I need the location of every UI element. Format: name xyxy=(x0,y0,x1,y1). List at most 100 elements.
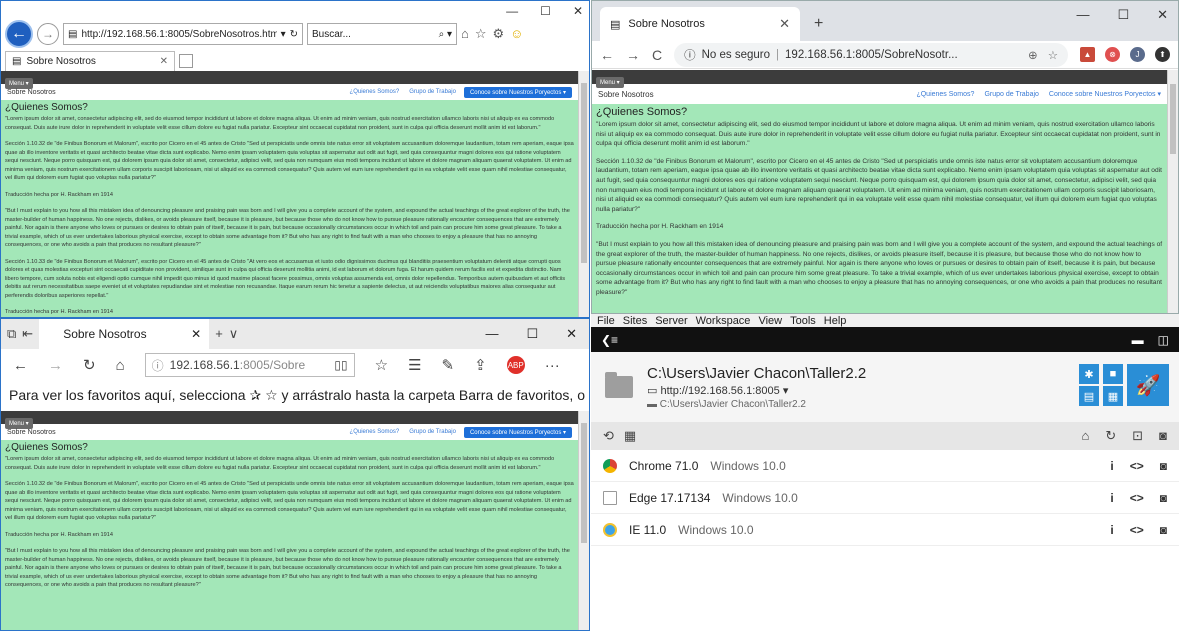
code-icon[interactable]: <> xyxy=(1130,459,1144,473)
site-brand[interactable]: Sobre Nosotros xyxy=(7,89,340,96)
chrome-scrollbar[interactable] xyxy=(1167,70,1178,313)
close-icon[interactable]: ✕ xyxy=(566,326,577,342)
site-brand[interactable]: Sobre Nosotros xyxy=(598,90,906,99)
minimize-icon[interactable]: — xyxy=(506,4,518,18)
grid-icon[interactable]: ▦ xyxy=(624,428,636,444)
client-row-ie[interactable]: IE 11.0 Windows 10.0 i <> ◙ xyxy=(591,514,1179,546)
zoom-icon[interactable]: ⊕ xyxy=(1028,48,1038,62)
camera-icon[interactable]: ◙ xyxy=(1159,428,1167,444)
menu-server[interactable]: Server xyxy=(655,315,687,327)
menu-sites[interactable]: Sites xyxy=(623,315,647,327)
new-tab-button[interactable] xyxy=(179,54,193,68)
back-icon[interactable]: ❮≡ xyxy=(601,333,618,347)
info-icon[interactable]: i xyxy=(1110,459,1113,473)
maximize-icon[interactable]: ☐ xyxy=(540,4,551,18)
search-icon[interactable]: ⌕ ▾ xyxy=(439,29,452,40)
menu-view[interactable]: View xyxy=(758,315,782,327)
close-icon[interactable]: ✕ xyxy=(573,4,583,18)
camera-icon[interactable]: ◙ xyxy=(1160,459,1167,473)
maximize-icon[interactable]: ☐ xyxy=(1117,7,1129,23)
refresh-icon[interactable]: ↻ xyxy=(290,29,298,40)
ie-tab-sobre-nosotros[interactable]: ▤ Sobre Nosotros ✕ xyxy=(5,51,175,71)
dropdown-icon[interactable]: ▾ xyxy=(281,29,286,40)
camera-icon[interactable]: ◙ xyxy=(1160,523,1167,537)
info-icon[interactable]: ⓘ xyxy=(152,357,164,374)
scrollbar-thumb[interactable] xyxy=(581,83,587,263)
new-tab-button[interactable]: + xyxy=(814,15,823,33)
refresh-icon[interactable]: ↻ xyxy=(1105,428,1116,444)
edge-address-bar[interactable]: ⓘ 192.168.56.1:8005/Sobre ▯▯ xyxy=(144,353,355,377)
edge-scrollbar[interactable] xyxy=(578,411,589,630)
forward-icon[interactable]: → xyxy=(626,47,640,63)
set-aside-tabs-icon[interactable]: ⇤ xyxy=(22,326,33,342)
nav-link-quienes[interactable]: ¿Quienes Somos? xyxy=(350,429,400,435)
nav-link-quienes[interactable]: ¿Quienes Somos? xyxy=(350,89,400,95)
update-icon[interactable]: ⬆ xyxy=(1155,47,1170,62)
project-path[interactable]: C:\Users\Javier Chacon\Taller2.2 xyxy=(647,365,866,382)
close-icon[interactable]: ✕ xyxy=(1157,7,1168,23)
code-icon[interactable]: <> xyxy=(1130,491,1144,505)
forward-button[interactable]: → xyxy=(37,23,59,45)
maximize-icon[interactable]: ☐ xyxy=(526,326,538,342)
tab-preview-icon[interactable]: ⧉ xyxy=(7,326,16,342)
scrollbar-thumb[interactable] xyxy=(581,423,587,543)
site-menu-button[interactable]: Menu ▾ xyxy=(5,78,33,89)
sidebar-toggle-icon[interactable]: ◫ xyxy=(1158,333,1169,347)
gear-button[interactable]: ✱ xyxy=(1079,364,1099,384)
info-icon[interactable]: i xyxy=(1110,523,1113,537)
adblock-icon[interactable]: ABP xyxy=(506,356,525,374)
nav-link-grupo[interactable]: Grupo de Trabajo xyxy=(409,89,456,95)
close-tab-icon[interactable]: ✕ xyxy=(191,327,201,341)
save-button[interactable]: ▤ xyxy=(1079,386,1099,406)
info-icon[interactable]: i xyxy=(1110,491,1113,505)
ie-address-bar[interactable]: ▤ http://192.168.56.1:8005/SobreNosotros… xyxy=(63,23,303,45)
back-button[interactable]: ← xyxy=(5,20,33,48)
info-icon[interactable]: ⓘ xyxy=(684,47,696,63)
home-icon[interactable]: ⌂ xyxy=(116,357,125,374)
nav-projects-dropdown[interactable]: Conoce sobre Nuestros Poryectos ▾ xyxy=(1049,90,1161,98)
menu-file[interactable]: File xyxy=(597,315,615,327)
site-brand[interactable]: Sobre Nosotros xyxy=(7,429,340,436)
ie-search-box[interactable]: Buscar... ⌕ ▾ xyxy=(307,23,457,45)
more-icon[interactable]: ··· xyxy=(545,357,560,374)
chevron-down-icon[interactable]: ▾ xyxy=(783,385,789,397)
code-icon[interactable]: <> xyxy=(1130,523,1144,537)
block-extension-icon[interactable]: ⊗ xyxy=(1105,47,1120,62)
gear-icon[interactable]: ⚙ xyxy=(493,26,505,42)
client-row-chrome[interactable]: Chrome 71.0 Windows 10.0 i <> ◙ xyxy=(591,450,1179,482)
site-menu-button[interactable]: Menu ▾ xyxy=(5,418,33,429)
favorites-star-icon[interactable]: ☆ xyxy=(375,356,388,374)
scrollbar-thumb[interactable] xyxy=(1170,84,1176,154)
smiley-icon[interactable]: ☺ xyxy=(510,26,523,42)
share-icon[interactable]: ⇪ xyxy=(474,356,487,374)
minimize-icon[interactable]: — xyxy=(1076,7,1089,23)
edge-tab-sobre-nosotros[interactable]: Sobre Nosotros ✕ xyxy=(39,319,210,349)
rocket-launch-button[interactable]: 🚀 xyxy=(1127,364,1169,406)
minimize-icon[interactable]: — xyxy=(485,326,498,342)
back-icon[interactable]: ← xyxy=(13,357,28,374)
forward-icon[interactable]: → xyxy=(48,357,63,374)
target-icon[interactable]: ⊡ xyxy=(1132,428,1143,444)
client-row-edge[interactable]: Edge 17.17134 Windows 10.0 i <> ◙ xyxy=(591,482,1179,514)
pdf-extension-icon[interactable]: ▲ xyxy=(1080,47,1095,62)
ie-scrollbar[interactable] xyxy=(578,71,589,317)
favorites-hub-icon[interactable]: ☰ xyxy=(408,356,421,374)
site-menu-button[interactable]: Menu ▾ xyxy=(596,77,624,88)
home-icon[interactable]: ⌂ xyxy=(1081,428,1089,444)
chevron-down-icon[interactable]: ∨ xyxy=(229,326,239,342)
sync-icon[interactable]: ⟲ xyxy=(603,428,614,444)
chrome-tab-sobre-nosotros[interactable]: ▤ Sobre Nosotros ✕ xyxy=(600,7,800,41)
menu-help[interactable]: Help xyxy=(824,315,847,327)
nav-link-grupo[interactable]: Grupo de Trabajo xyxy=(984,91,1038,98)
menu-workspace[interactable]: Workspace xyxy=(696,315,751,327)
nav-link-grupo[interactable]: Grupo de Trabajo xyxy=(409,429,456,435)
nav-projects-dropdown[interactable]: Conoce sobre Nuestros Poryectos ▾ xyxy=(463,426,572,438)
back-icon[interactable]: ← xyxy=(600,47,614,63)
close-tab-icon[interactable]: ✕ xyxy=(160,56,168,67)
bookmark-star-icon[interactable]: ☆ xyxy=(1048,48,1058,62)
stop-button[interactable]: ■ xyxy=(1103,364,1123,384)
reload-icon[interactable]: C xyxy=(652,47,662,63)
reading-view-icon[interactable]: ▯▯ xyxy=(334,358,347,372)
minimize-panel-icon[interactable]: ▬ xyxy=(1132,333,1144,347)
qr-code-button[interactable]: ▦ xyxy=(1103,386,1123,406)
